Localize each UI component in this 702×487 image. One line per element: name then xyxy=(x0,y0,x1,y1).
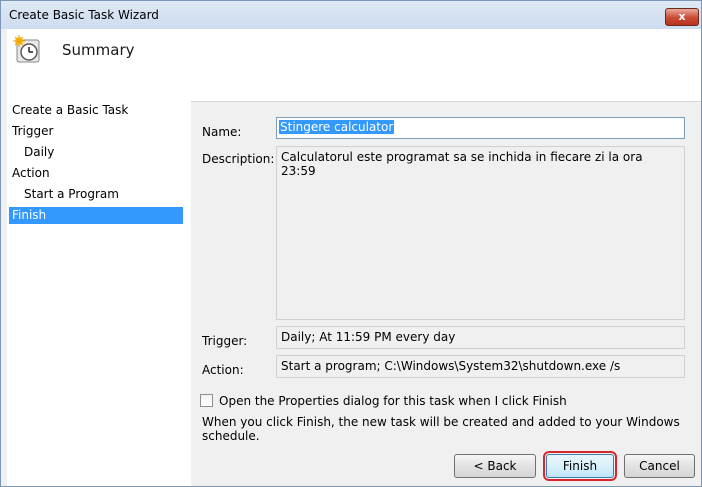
title-bar: Create Basic Task Wizard x xyxy=(1,1,701,29)
wizard-window: Create Basic Task Wizard x Summary Creat… xyxy=(0,0,702,487)
steps-sidebar: Create a Basic Task Trigger Daily Action… xyxy=(7,101,191,486)
description-value: Calculatorul este programat sa se inchid… xyxy=(281,150,643,178)
page-title: Summary xyxy=(62,41,135,59)
task-name-field[interactable]: Stingere calculator xyxy=(276,117,685,139)
trigger-label: Trigger: xyxy=(202,334,248,348)
wizard-header: Summary xyxy=(7,29,701,102)
trigger-field[interactable]: Daily; At 11:59 PM every day xyxy=(276,326,685,349)
name-label: Name: xyxy=(202,125,242,139)
close-icon: x xyxy=(678,10,686,23)
step-create-basic-task[interactable]: Create a Basic Task xyxy=(9,102,183,119)
trigger-value: Daily; At 11:59 PM every day xyxy=(281,330,456,344)
description-label: Description: xyxy=(202,152,275,166)
close-button[interactable]: x xyxy=(665,8,699,26)
window-title: Create Basic Task Wizard xyxy=(9,8,159,22)
finish-button[interactable]: Finish xyxy=(543,451,617,481)
task-name-value: Stingere calculator xyxy=(279,120,395,134)
step-trigger[interactable]: Trigger xyxy=(9,123,183,140)
action-field[interactable]: Start a program; C:\Windows\System32\shu… xyxy=(276,355,685,378)
open-properties-checkbox[interactable] xyxy=(200,394,213,407)
step-action[interactable]: Action xyxy=(9,165,183,182)
cancel-button[interactable]: Cancel xyxy=(624,454,695,478)
open-properties-label[interactable]: Open the Properties dialog for this task… xyxy=(219,394,567,408)
action-value: Start a program; C:\Windows\System32\shu… xyxy=(281,359,621,373)
step-start-a-program[interactable]: Start a Program xyxy=(9,186,183,203)
finish-info-text: When you click Finish, the new task will… xyxy=(202,415,680,443)
action-label: Action: xyxy=(202,363,244,377)
step-daily[interactable]: Daily xyxy=(9,144,183,161)
description-field[interactable]: Calculatorul este programat sa se inchid… xyxy=(276,146,685,320)
back-button[interactable]: < Back xyxy=(454,454,536,478)
task-clock-icon xyxy=(13,35,40,63)
step-finish[interactable]: Finish xyxy=(9,207,183,224)
